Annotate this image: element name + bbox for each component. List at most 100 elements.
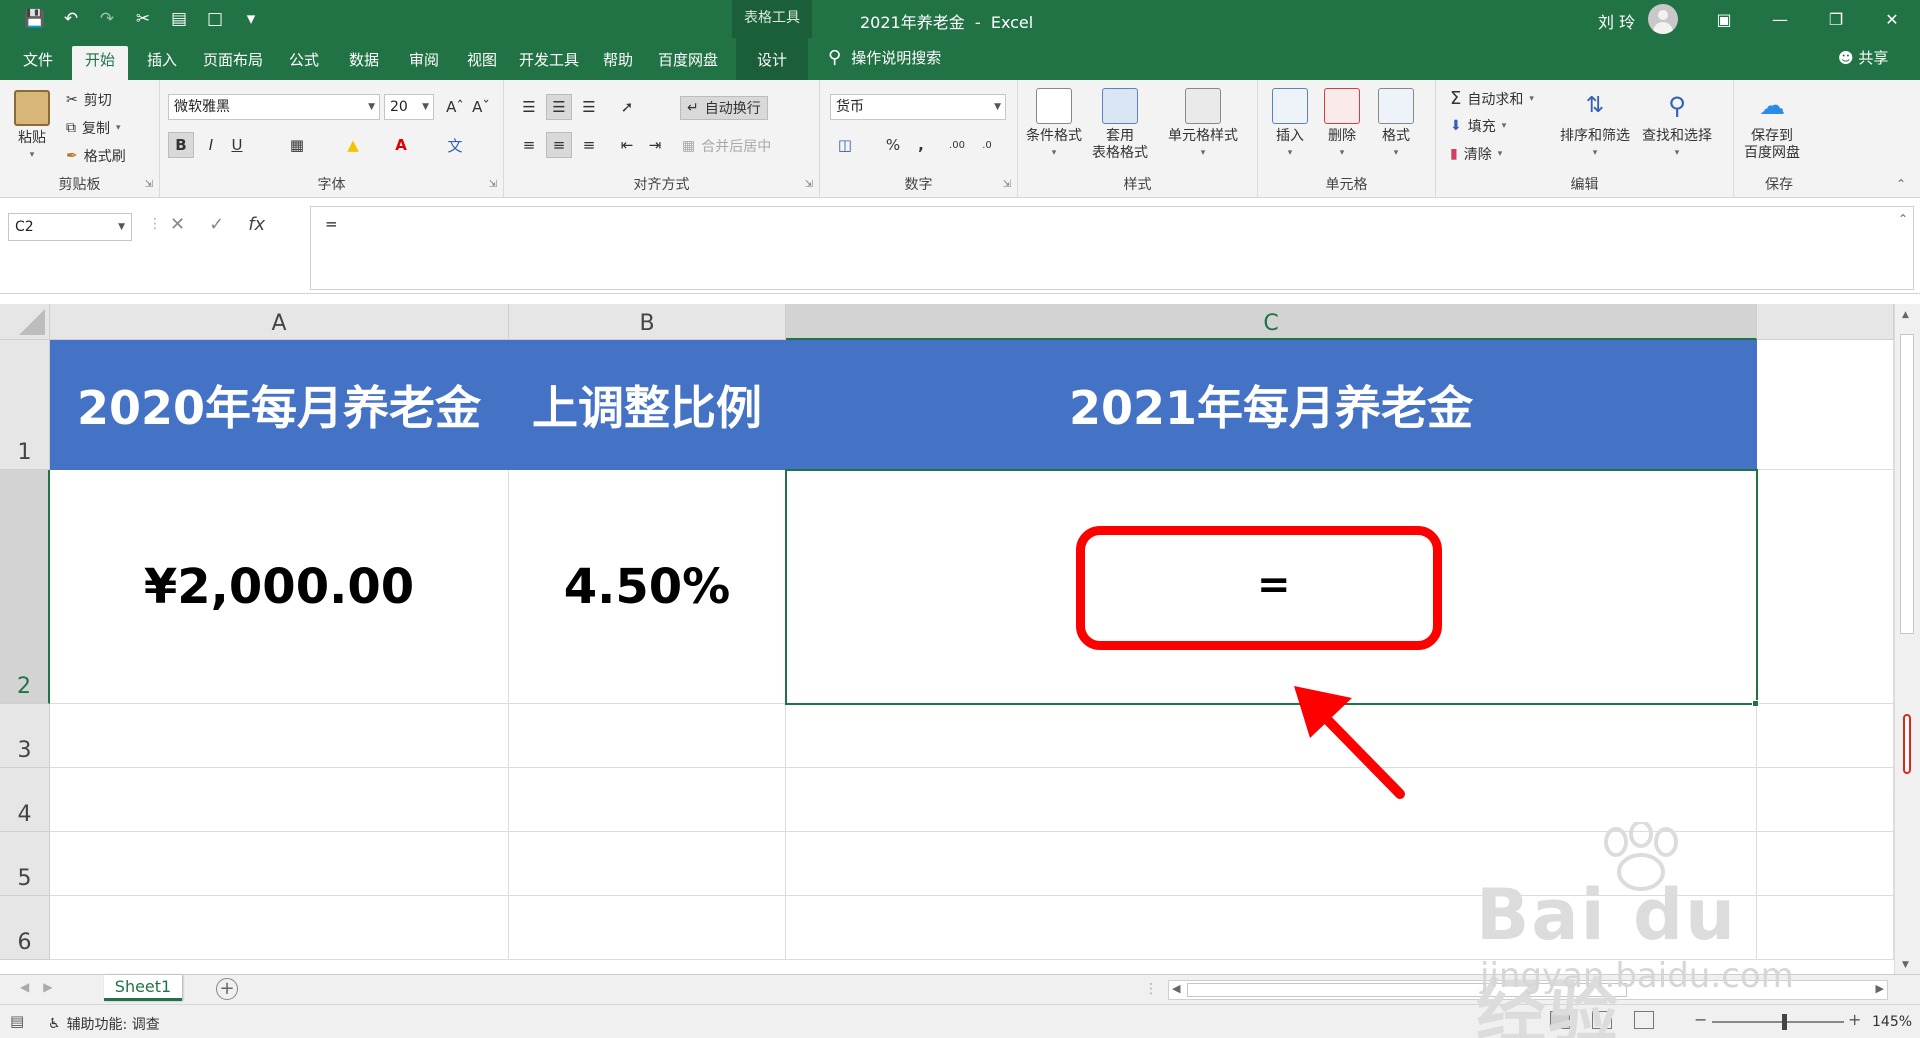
row-header-5[interactable]: 5 xyxy=(0,832,50,896)
row-header-3[interactable]: 3 xyxy=(0,704,50,768)
cell-a6[interactable] xyxy=(50,896,509,960)
orientation-icon[interactable]: ➚ xyxy=(614,94,640,120)
collapse-formula-icon[interactable]: ⌃ xyxy=(1898,212,1908,226)
paste-button[interactable]: 粘贴 ▾ xyxy=(14,90,50,164)
clear-button[interactable]: ▮ 清除 ▾ xyxy=(1450,144,1502,164)
cell-d4[interactable] xyxy=(1757,768,1894,832)
worksheet-grid[interactable]: A B C 1 2 3 4 5 6 2020年每月养老金 上调整比例 2021年… xyxy=(0,304,1894,974)
cell-d2[interactable] xyxy=(1757,470,1894,704)
normal-view-icon[interactable] xyxy=(1550,1011,1570,1029)
accounting-format-icon[interactable]: ◫ xyxy=(832,132,858,158)
undo-icon[interactable]: ↶ xyxy=(56,6,86,32)
borders-icon[interactable]: ▦ xyxy=(284,132,310,158)
tab-insert[interactable]: 插入 xyxy=(134,46,190,80)
macro-record-icon[interactable]: ▤ xyxy=(10,1012,24,1030)
align-right-icon[interactable]: ≡ xyxy=(576,132,602,158)
cell-a5[interactable] xyxy=(50,832,509,896)
select-all-corner[interactable] xyxy=(0,304,50,340)
zoom-slider-knob[interactable] xyxy=(1782,1014,1787,1030)
conditional-formatting-button[interactable]: 条件格式 ▾ xyxy=(1026,88,1082,162)
tell-me-search[interactable]: ⚲ 操作说明搜索 xyxy=(828,47,941,68)
font-size-combo[interactable]: 20 ▼ xyxy=(384,94,434,120)
cell-b1[interactable]: 上调整比例 xyxy=(509,340,786,470)
tab-page-layout[interactable]: 页面布局 xyxy=(196,46,270,80)
phonetic-icon[interactable]: 文 xyxy=(442,132,468,158)
dialog-launcher-icon[interactable]: ⇲ xyxy=(805,179,813,190)
align-bottom-icon[interactable]: ☰ xyxy=(576,94,602,120)
scroll-up-icon[interactable]: ▲ xyxy=(1902,310,1909,320)
minimize-icon[interactable]: — xyxy=(1752,0,1808,38)
zoom-level[interactable]: 145% xyxy=(1872,1014,1912,1030)
dialog-launcher-icon[interactable]: ⇲ xyxy=(145,179,153,190)
cell-b5[interactable] xyxy=(509,832,786,896)
page-break-view-icon[interactable] xyxy=(1634,1011,1654,1029)
cell-d5[interactable] xyxy=(1757,832,1894,896)
row-header-6[interactable]: 6 xyxy=(0,896,50,960)
share-button[interactable]: ☻ 共享 xyxy=(1838,47,1888,68)
column-header-b[interactable]: B xyxy=(509,304,786,340)
redo-icon[interactable]: ↷ xyxy=(92,6,122,32)
decrease-indent-icon[interactable]: ⇤ xyxy=(614,132,640,158)
tab-view[interactable]: 视图 xyxy=(454,46,510,80)
sheet-tab-sheet1[interactable]: Sheet1 xyxy=(104,975,182,1001)
cell-c5[interactable] xyxy=(786,832,1757,896)
zoom-in-icon[interactable]: + xyxy=(1848,1010,1861,1029)
row-header-4[interactable]: 4 xyxy=(0,768,50,832)
percent-style-icon[interactable]: % xyxy=(880,132,906,158)
cell-styles-button[interactable]: 单元格样式 ▾ xyxy=(1168,88,1238,162)
align-left-icon[interactable]: ≡ xyxy=(516,132,542,158)
split-handle-icon[interactable]: ⋮ xyxy=(1144,981,1158,997)
customize-qat-icon[interactable]: ▾ xyxy=(236,6,266,32)
avatar[interactable] xyxy=(1648,4,1678,34)
insert-cells-button[interactable]: 插入 ▾ xyxy=(1272,88,1308,162)
cell-d6[interactable] xyxy=(1757,896,1894,960)
scroll-right-icon[interactable]: ▶ xyxy=(1876,982,1884,995)
increase-indent-icon[interactable]: ⇥ xyxy=(642,132,668,158)
horizontal-scroll-thumb[interactable] xyxy=(1187,983,1627,997)
cell-c3[interactable] xyxy=(786,704,1757,768)
add-sheet-icon[interactable]: + xyxy=(216,978,238,1000)
cell-a3[interactable] xyxy=(50,704,509,768)
maximize-icon[interactable]: ❐ xyxy=(1808,0,1864,38)
new-file-icon[interactable]: □ xyxy=(200,6,230,32)
prev-sheet-icon[interactable]: ◀ xyxy=(20,980,29,994)
page-layout-view-icon[interactable] xyxy=(1592,1011,1612,1029)
merge-center-button[interactable]: ▦ 合并后居中 xyxy=(682,136,771,156)
horizontal-scrollbar[interactable]: ◀ ▶ xyxy=(1168,980,1888,1000)
delete-cells-button[interactable]: 删除 ▾ xyxy=(1324,88,1360,162)
cell-b3[interactable] xyxy=(509,704,786,768)
column-header-d[interactable] xyxy=(1757,304,1894,340)
scroll-down-icon[interactable]: ▼ xyxy=(1902,960,1909,970)
column-header-a[interactable]: A xyxy=(50,304,509,340)
zoom-out-icon[interactable]: − xyxy=(1694,1010,1707,1029)
column-header-c[interactable]: C xyxy=(786,304,1757,340)
fill-color-icon[interactable]: ▲ xyxy=(340,132,366,158)
vertical-scroll-thumb[interactable] xyxy=(1900,334,1914,634)
tab-help[interactable]: 帮助 xyxy=(590,46,646,80)
tab-baidu-netdisk[interactable]: 百度网盘 xyxy=(650,46,726,80)
next-sheet-icon[interactable]: ▶ xyxy=(43,980,52,994)
number-format-combo[interactable]: 货币 ▼ xyxy=(830,94,1006,120)
formula-input[interactable]: = xyxy=(310,206,1914,290)
format-cells-button[interactable]: 格式 ▾ xyxy=(1378,88,1414,162)
cell-b2[interactable]: 4.50% xyxy=(509,470,786,704)
name-box[interactable]: C2 ▼ xyxy=(8,213,132,241)
cell-d3[interactable] xyxy=(1757,704,1894,768)
tab-home[interactable]: 开始 xyxy=(72,46,128,80)
font-color-icon[interactable]: A xyxy=(388,132,414,158)
align-top-icon[interactable]: ☰ xyxy=(516,94,542,120)
cut-icon[interactable]: ✂ xyxy=(128,6,158,32)
decrease-font-icon[interactable]: Aˇ xyxy=(468,94,494,120)
row-header-1[interactable]: 1 xyxy=(0,340,50,470)
cell-c6[interactable] xyxy=(786,896,1757,960)
find-select-button[interactable]: ⚲ 查找和选择 ▾ xyxy=(1642,88,1712,162)
vertical-scrollbar[interactable]: ▲ ▼ xyxy=(1894,304,1920,974)
dialog-launcher-icon[interactable]: ⇲ xyxy=(489,179,497,190)
format-as-table-button[interactable]: 套用 表格格式 xyxy=(1092,88,1148,162)
row-header-2[interactable]: 2 xyxy=(0,470,50,704)
insert-function-icon[interactable]: fx xyxy=(248,214,265,235)
fill-button[interactable]: ⬇ 填充 ▾ xyxy=(1450,116,1506,136)
dialog-launcher-icon[interactable]: ⇲ xyxy=(1003,179,1011,190)
increase-font-icon[interactable]: Aˆ xyxy=(442,94,468,120)
format-painter-button[interactable]: ✒ 格式刷 xyxy=(66,146,126,166)
